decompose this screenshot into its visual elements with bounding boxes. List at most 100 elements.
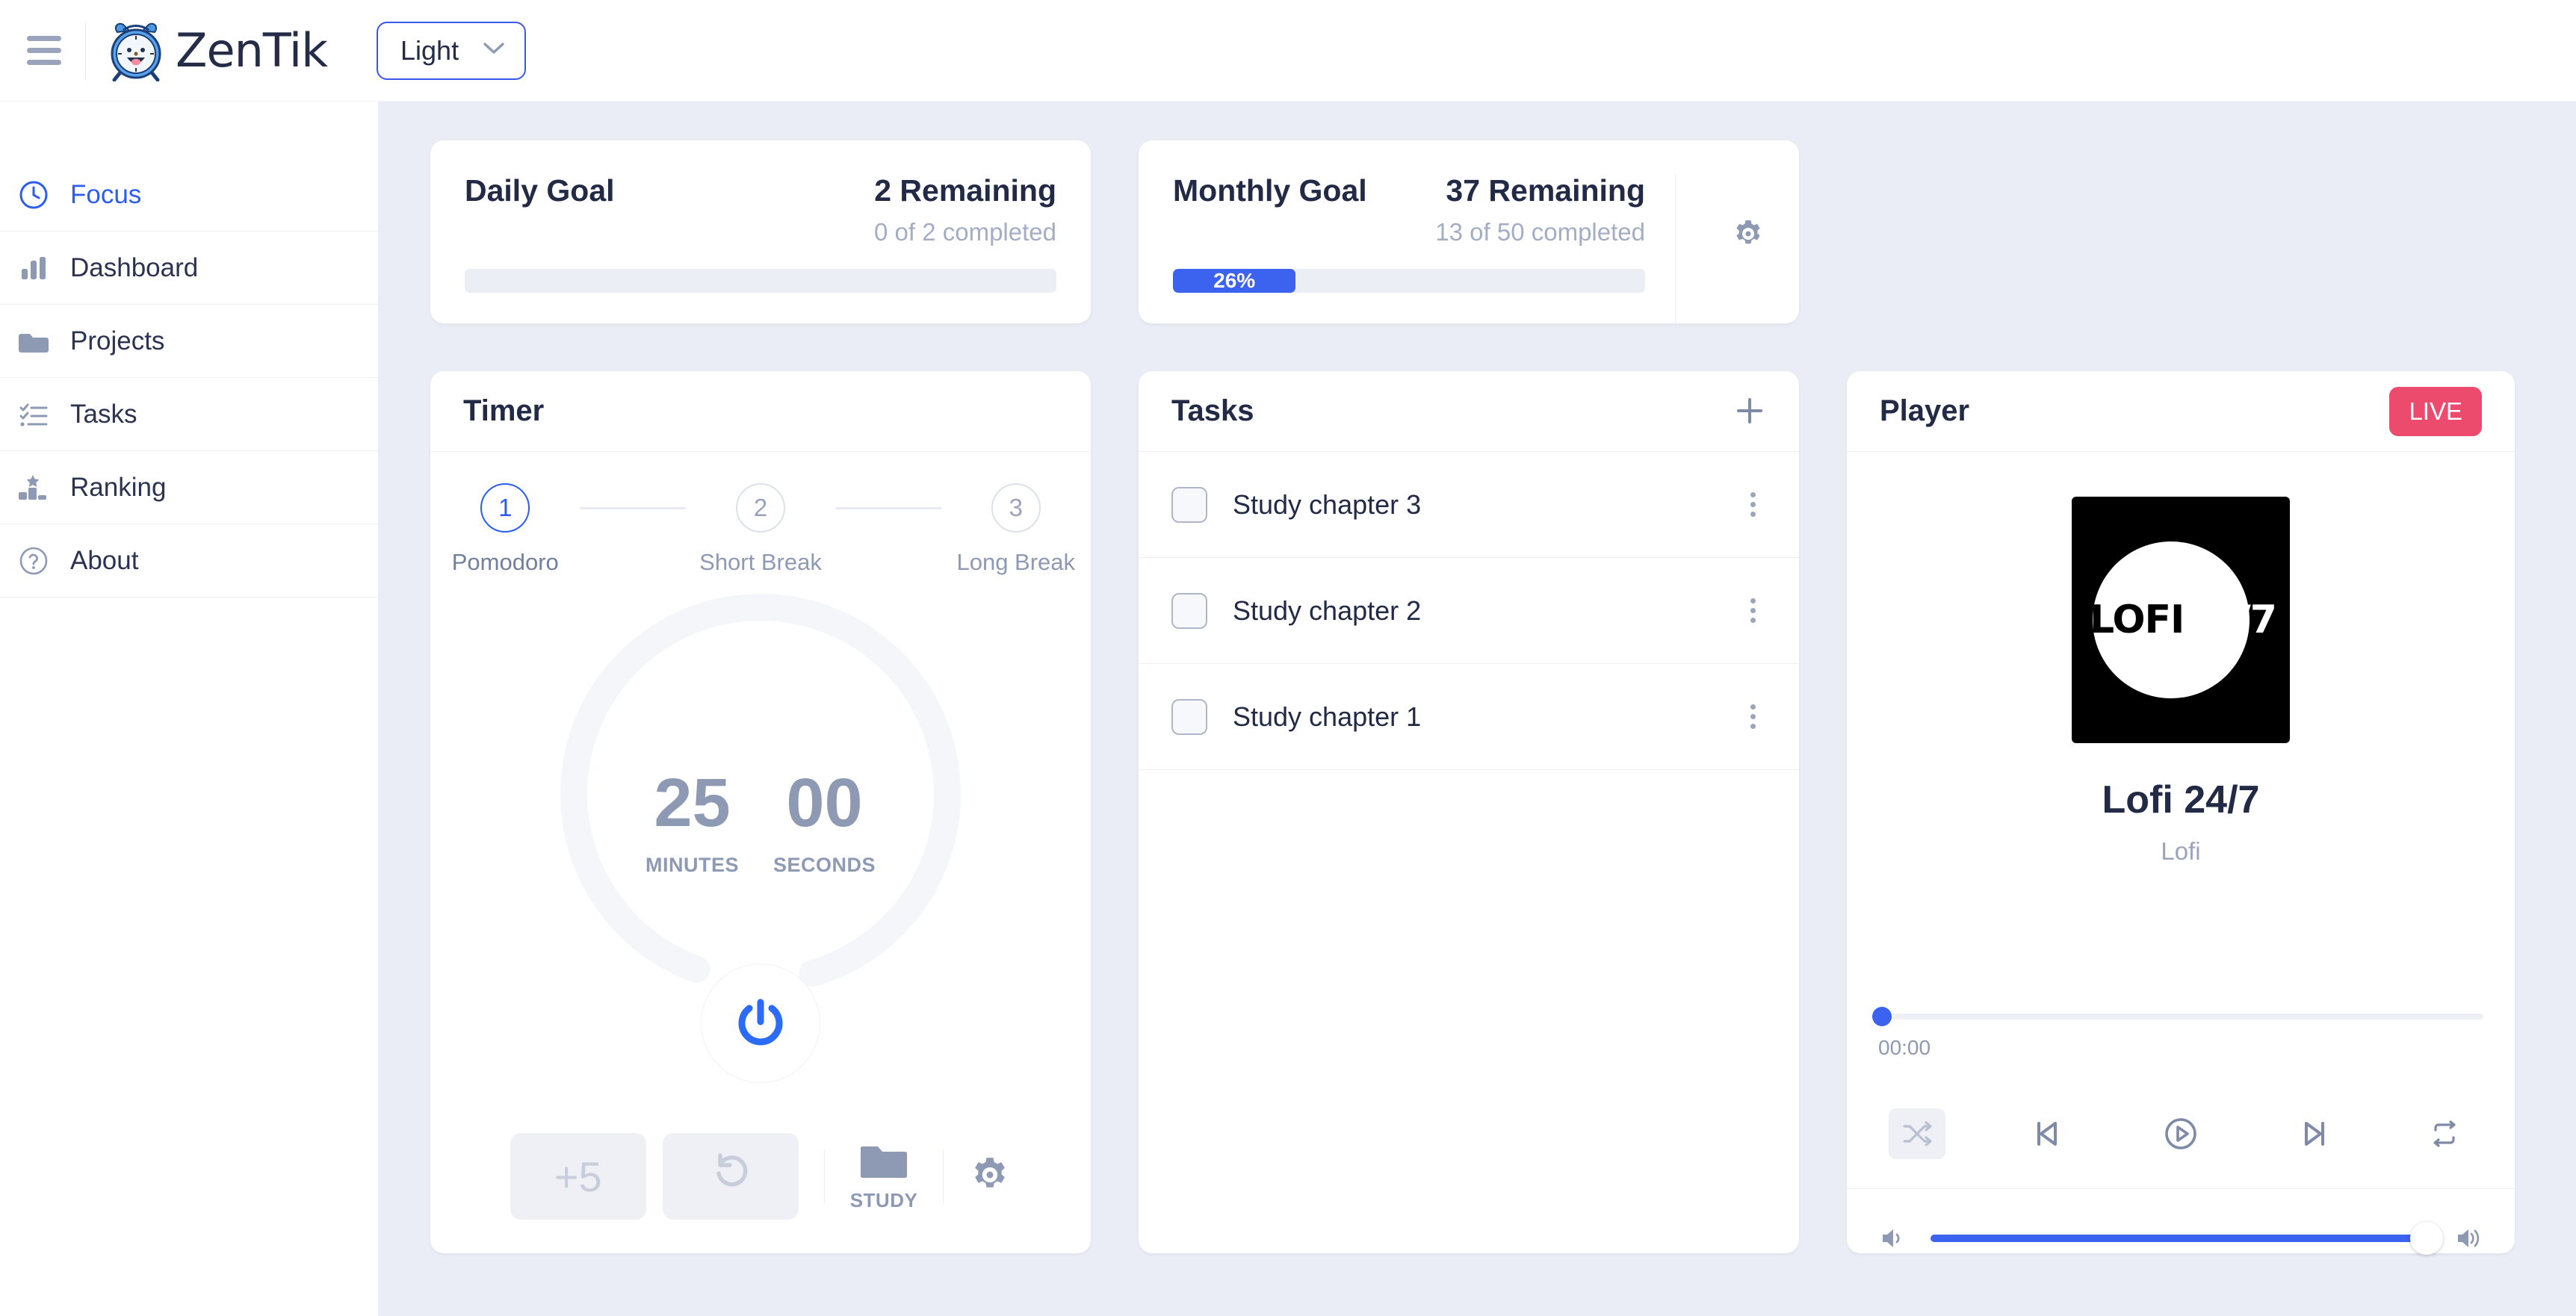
table-row[interactable]: Study chapter 2 bbox=[1139, 558, 1799, 664]
tasks-title: Tasks bbox=[1171, 394, 1254, 427]
hamburger-icon[interactable] bbox=[27, 31, 66, 70]
timer-step-pomodoro[interactable]: 1 Pomodoro bbox=[430, 483, 580, 576]
reset-icon bbox=[710, 1151, 752, 1202]
skip-previous-icon[interactable] bbox=[2018, 1108, 2076, 1160]
status-badge: LIVE bbox=[2389, 386, 2482, 436]
tasks-card: Tasks Study chapter 3 Study chapter 2 St… bbox=[1139, 371, 1799, 1253]
podium-icon bbox=[16, 471, 51, 505]
timer-clock-area: 25 MINUTES 00 SECONDS bbox=[430, 576, 1091, 1114]
table-row[interactable]: Study chapter 3 bbox=[1139, 452, 1799, 558]
timer-step-label: Pomodoro bbox=[451, 549, 559, 575]
sidebar-item-label: Focus bbox=[70, 180, 142, 209]
elapsed-time: 00:00 bbox=[1878, 1036, 1931, 1059]
timer-step-long-break[interactable]: 3 Long Break bbox=[941, 483, 1091, 576]
play-circle-icon[interactable] bbox=[2149, 1105, 2213, 1163]
track-title: Lofi 24/7 bbox=[2102, 778, 2260, 822]
plus-icon[interactable] bbox=[1733, 394, 1766, 428]
daily-goal-stats: 2 Remaining 0 of 2 completed bbox=[874, 173, 1056, 246]
bar-chart-icon bbox=[16, 251, 51, 285]
timer-controls: +5 STUDY bbox=[430, 1114, 1091, 1253]
more-vertical-icon[interactable] bbox=[1740, 695, 1766, 738]
album-art-text-primary: LOFI bbox=[2090, 598, 2185, 642]
clock-icon bbox=[16, 178, 51, 212]
stepper-connector bbox=[835, 507, 941, 509]
sidebar-item-tasks[interactable]: Tasks bbox=[0, 378, 378, 451]
task-checkbox[interactable] bbox=[1171, 592, 1207, 629]
daily-goal-card: Daily Goal 2 Remaining 0 of 2 completed bbox=[430, 140, 1091, 323]
folder-icon bbox=[16, 324, 51, 359]
timer-step-label: Short Break bbox=[699, 549, 822, 575]
timer-step-number: 3 bbox=[991, 483, 1041, 533]
daily-goal-title: Daily Goal bbox=[465, 173, 615, 208]
timer-project-label: STUDY bbox=[849, 1189, 918, 1211]
app-header: ZenTik Light bbox=[0, 0, 2576, 102]
timer-step-short-break[interactable]: 2 Short Break bbox=[686, 483, 835, 576]
timer-readout: 25 MINUTES 00 SECONDS bbox=[645, 769, 876, 877]
seek-thumb[interactable] bbox=[1872, 1007, 1892, 1026]
gear-icon[interactable] bbox=[1732, 217, 1765, 254]
checklist-icon bbox=[16, 397, 51, 432]
more-vertical-icon[interactable] bbox=[1740, 483, 1766, 526]
seek-bar[interactable] bbox=[1872, 1007, 2483, 1026]
daily-goal-header: Daily Goal 2 Remaining 0 of 2 completed bbox=[465, 173, 1056, 246]
monthly-goal-completed: 13 of 50 completed bbox=[1435, 218, 1645, 246]
table-row[interactable]: Study chapter 1 bbox=[1139, 664, 1799, 770]
monthly-goal-progress-fill: 26% bbox=[1173, 269, 1296, 293]
timer-seconds-label: SECONDS bbox=[773, 854, 876, 876]
hamburger-bar bbox=[27, 36, 61, 41]
timer-minutes-label: MINUTES bbox=[645, 854, 739, 876]
timer-start-button[interactable] bbox=[701, 963, 820, 1083]
sidebar-item-dashboard[interactable]: Dashboard bbox=[0, 232, 378, 305]
theme-select[interactable]: Light bbox=[377, 21, 527, 80]
skip-next-icon[interactable] bbox=[2285, 1108, 2344, 1160]
timer-seconds-value: 00 bbox=[786, 765, 863, 841]
main-content: Daily Goal 2 Remaining 0 of 2 completed bbox=[378, 102, 2576, 1316]
timer-title: Timer bbox=[463, 394, 545, 427]
timer-settings-button[interactable] bbox=[969, 1154, 1011, 1199]
timer-minutes-value: 25 bbox=[654, 765, 731, 841]
player-body: LOFI24/7 Lofi 24/7 Lofi 00:00 bbox=[1847, 452, 2515, 1060]
task-checkbox[interactable] bbox=[1171, 698, 1207, 735]
gear-icon bbox=[969, 1157, 1011, 1199]
sidebar: Focus Dashboard Projects Tasks Ranking A… bbox=[0, 102, 378, 1316]
monthly-goal-progress-bar: 26% bbox=[1173, 269, 1645, 293]
controls-divider bbox=[823, 1149, 825, 1203]
sidebar-item-about[interactable]: About bbox=[0, 524, 378, 598]
repeat-icon[interactable] bbox=[2416, 1108, 2473, 1159]
sidebar-item-ranking[interactable]: Ranking bbox=[0, 451, 378, 524]
volume-slider[interactable] bbox=[1931, 1222, 2443, 1255]
reset-timer-button[interactable] bbox=[662, 1133, 799, 1220]
task-checkbox[interactable] bbox=[1171, 486, 1207, 523]
daily-goal-remaining: 2 Remaining bbox=[874, 173, 1056, 208]
timer-card-header: Timer bbox=[430, 371, 1091, 452]
more-vertical-icon[interactable] bbox=[1740, 589, 1766, 632]
monthly-goal-percent-label: 26% bbox=[1213, 269, 1256, 292]
volume-slider-thumb[interactable] bbox=[2410, 1222, 2443, 1255]
brand-logo-link[interactable]: ZenTik bbox=[107, 20, 328, 81]
timer-step-number: 1 bbox=[480, 483, 530, 533]
timer-step-number: 2 bbox=[736, 483, 785, 533]
shuffle-icon[interactable] bbox=[1889, 1108, 1945, 1159]
add-five-label: +5 bbox=[554, 1152, 602, 1200]
monthly-goal-title: Monthly Goal bbox=[1173, 173, 1367, 208]
player-transport-controls bbox=[1847, 1079, 2515, 1189]
brand-title: ZenTik bbox=[176, 23, 328, 78]
sidebar-item-focus[interactable]: Focus bbox=[0, 158, 378, 232]
volume-high-icon[interactable] bbox=[2453, 1223, 2483, 1253]
daily-goal-progress-bar bbox=[465, 269, 1056, 293]
folder-icon bbox=[860, 1140, 908, 1185]
timer-project-button[interactable]: STUDY bbox=[850, 1140, 918, 1212]
volume-low-icon[interactable] bbox=[1878, 1223, 1908, 1253]
panels-row: Timer 1 Pomodoro 2 Short Break 3 Long Br… bbox=[430, 371, 2542, 1255]
sidebar-item-label: About bbox=[70, 545, 139, 575]
sidebar-item-label: Projects bbox=[70, 326, 165, 356]
stepper-connector bbox=[580, 507, 686, 509]
add-five-minutes-button[interactable]: +5 bbox=[510, 1133, 646, 1220]
sidebar-item-label: Ranking bbox=[70, 472, 167, 502]
hamburger-bar bbox=[27, 48, 61, 53]
timer-card: Timer 1 Pomodoro 2 Short Break 3 Long Br… bbox=[430, 371, 1091, 1253]
sidebar-item-projects[interactable]: Projects bbox=[0, 305, 378, 378]
timer-step-label: Long Break bbox=[956, 549, 1076, 575]
album-art: LOFI24/7 bbox=[2072, 497, 2290, 743]
daily-goal-content: Daily Goal 2 Remaining 0 of 2 completed bbox=[465, 173, 1056, 323]
